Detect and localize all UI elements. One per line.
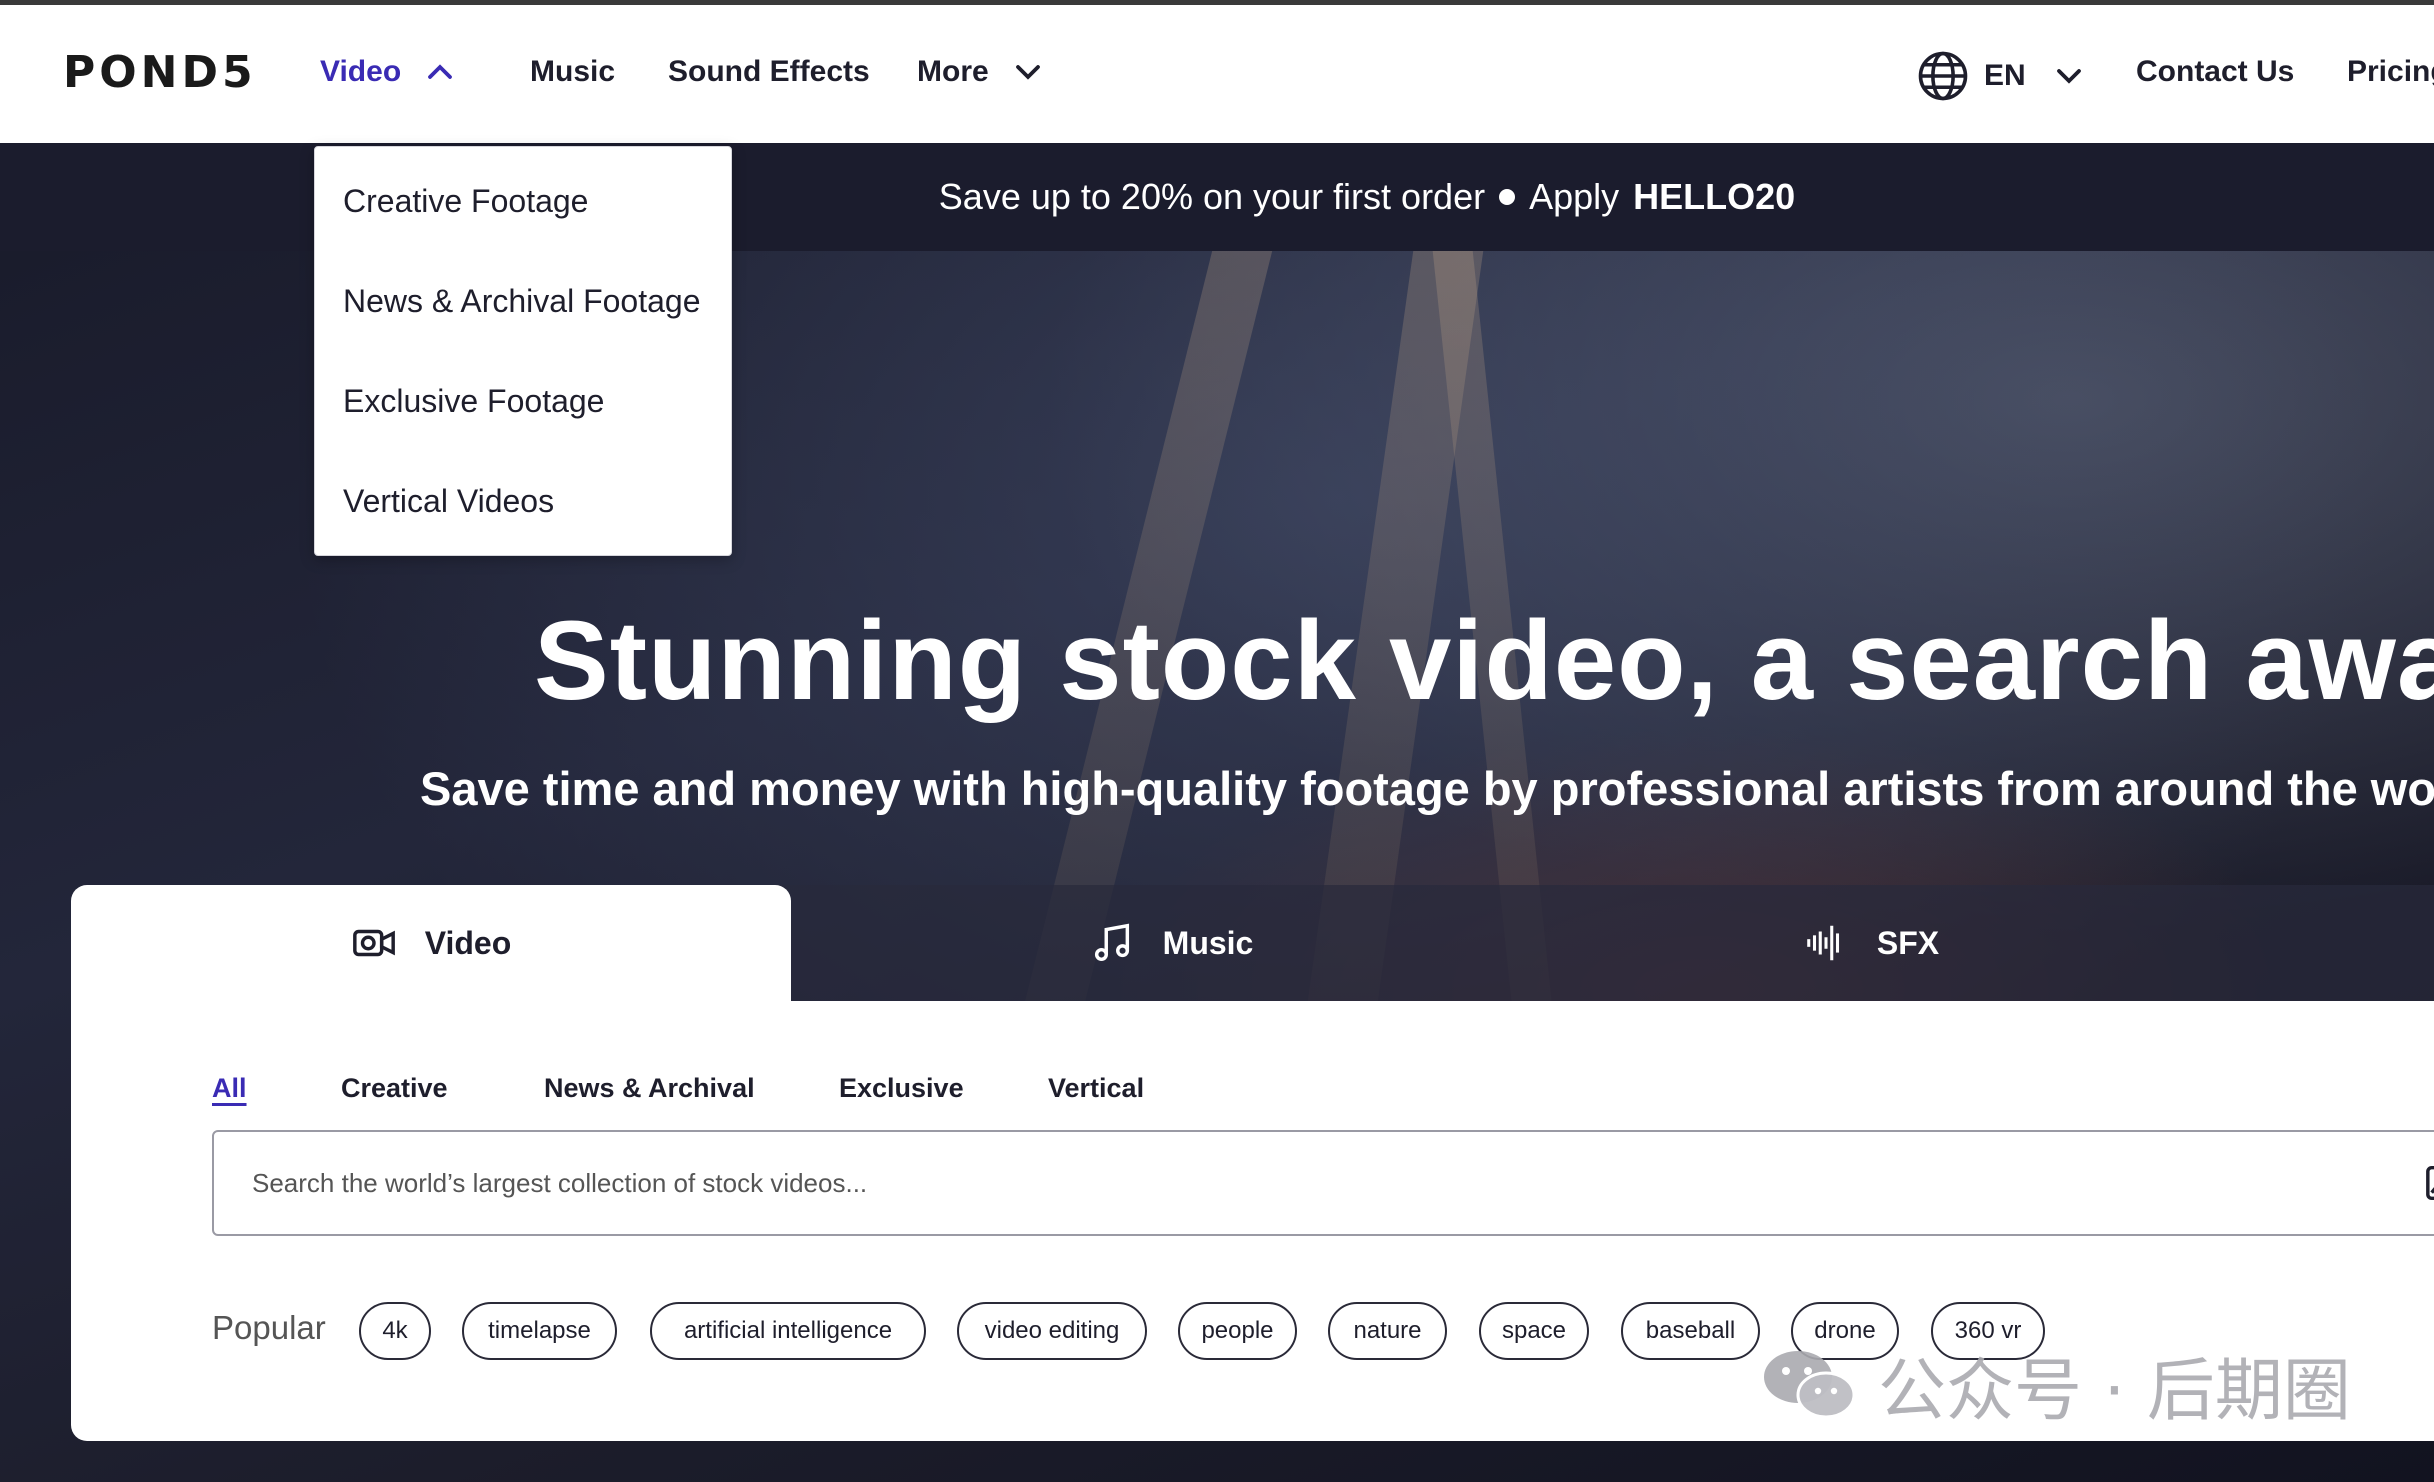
subtab-exclusive[interactable]: Exclusive [839, 1073, 964, 1104]
nav-music-label: Music [530, 55, 616, 88]
popular-tag[interactable]: 4k [359, 1302, 431, 1360]
tab-video-label: Video [424, 924, 512, 961]
pond5-logo[interactable]: POND5 [63, 47, 257, 98]
search-box [212, 1130, 2434, 1236]
nav-contact-us[interactable]: Contact Us [2136, 55, 2294, 89]
language-label: EN [1984, 59, 2026, 92]
image-search-icon[interactable] [2424, 1160, 2434, 1206]
nav-contact-us-label: Contact Us [2136, 55, 2295, 88]
bullet-dot [1499, 189, 1516, 205]
nav-pricing[interactable]: Pricing [2347, 55, 2434, 89]
menu-item-vertical-videos[interactable]: Vertical Videos [343, 483, 554, 520]
globe-icon [1918, 51, 1968, 101]
watermark-text: 公众号 · 后期圈 [1878, 1352, 2351, 1431]
nav-music[interactable]: Music [530, 55, 615, 89]
top-navigation: POND5 Video Music Sound Effects More EN … [0, 0, 2434, 143]
wechat-icon [1764, 1350, 1856, 1418]
tab-video[interactable]: Video [71, 885, 791, 1001]
nav-sound-effects-label: Sound Effects [668, 55, 870, 88]
popular-tag[interactable]: space [1479, 1302, 1589, 1360]
tab-music[interactable]: Music [1051, 885, 1291, 1001]
popular-tag[interactable]: nature [1328, 1302, 1447, 1360]
sound-wave-icon [1807, 925, 1839, 961]
tab-music-label: Music [1162, 924, 1254, 961]
nav-video[interactable]: Video [320, 55, 455, 89]
popular-tag[interactable]: baseball [1621, 1302, 1760, 1360]
watermark: 公众号 · 后期圈 [1760, 1335, 2351, 1434]
nav-sound-effects[interactable]: Sound Effects [668, 55, 870, 89]
promo-apply: Apply [1529, 176, 1620, 217]
nav-more[interactable]: More [917, 55, 1043, 89]
music-note-icon [1094, 923, 1129, 962]
nav-pricing-label: Pricing [2347, 55, 2434, 88]
subtab-creative[interactable]: Creative [341, 1073, 448, 1104]
search-type-tabs: Video Music SFX [71, 885, 2434, 1001]
hero-title: Stunning stock video, a search away [534, 598, 2434, 723]
hero-subtitle: Save time and money with high-quality fo… [420, 762, 2434, 815]
video-dropdown-menu: Creative Footage News & Archival Footage… [314, 146, 732, 556]
popular-tag[interactable]: people [1178, 1302, 1297, 1360]
language-selector[interactable]: EN [1916, 49, 2084, 103]
popular-tag[interactable]: video editing [957, 1302, 1147, 1360]
popular-tag[interactable]: artificial intelligence [650, 1302, 926, 1360]
menu-item-news-archival-footage[interactable]: News & Archival Footage [343, 283, 701, 320]
chevron-down-icon [1015, 65, 1040, 80]
nav-more-label: More [917, 55, 989, 88]
search-input[interactable] [250, 1166, 2254, 1200]
popular-label: Popular [212, 1309, 326, 1346]
tab-sfx-label: SFX [1876, 924, 1940, 961]
chevron-up-icon [428, 64, 453, 79]
subtab-all[interactable]: All [212, 1073, 247, 1104]
subtab-vertical[interactable]: Vertical [1048, 1073, 1144, 1104]
promo-code: HELLO20 [1633, 176, 1796, 217]
nav-video-label: Video [320, 55, 402, 88]
menu-item-exclusive-footage[interactable]: Exclusive Footage [343, 383, 604, 420]
promo-text: Save up to 20% on your first order [938, 176, 1486, 217]
subtab-news-archival[interactable]: News & Archival [544, 1073, 755, 1104]
popular-tag[interactable]: timelapse [462, 1302, 617, 1360]
tab-sfx[interactable]: SFX [1771, 885, 1971, 1001]
menu-item-creative-footage[interactable]: Creative Footage [343, 183, 588, 220]
chevron-down-icon [2056, 69, 2081, 84]
video-camera-icon [352, 929, 395, 957]
